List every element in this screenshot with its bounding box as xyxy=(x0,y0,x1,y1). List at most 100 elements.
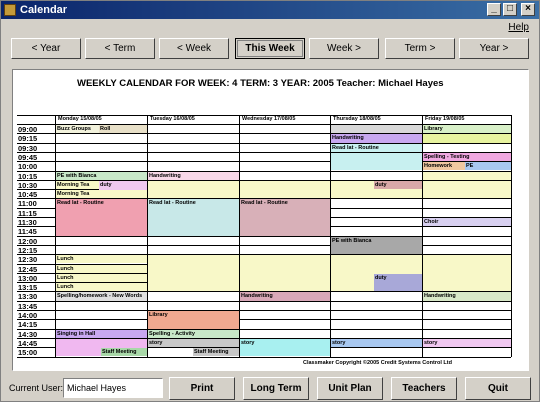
calendar-event[interactable]: Read lat - Routine xyxy=(331,143,422,152)
calendar-event[interactable]: Morning Tea xyxy=(56,190,147,199)
maximize-button[interactable]: □ xyxy=(503,3,517,16)
current-user-label: Current User: xyxy=(9,383,64,393)
window-title: Calendar xyxy=(20,4,68,16)
grid-line xyxy=(17,319,511,321)
grid-line xyxy=(239,115,240,357)
day-header: Monday 15/08/05 xyxy=(55,115,147,123)
teachers-button[interactable]: Teachers xyxy=(391,377,457,400)
calendar-event[interactable]: PE with Bianca xyxy=(331,236,422,255)
calendar-event[interactable] xyxy=(148,180,239,199)
nav-button-1[interactable]: < Term xyxy=(85,38,155,59)
calendar-event[interactable]: Staff Meeting xyxy=(101,348,147,357)
time-slot-label: 10:00 xyxy=(17,161,55,171)
calendar-event[interactable]: Handwriting xyxy=(423,292,511,301)
calendar-event[interactable] xyxy=(423,180,511,199)
calendar-event[interactable] xyxy=(148,255,239,292)
calendar-event[interactable]: Singing in Hall xyxy=(56,329,147,338)
calendar-event[interactable]: duty xyxy=(374,180,422,190)
close-button[interactable]: × xyxy=(521,3,535,16)
calendar-event[interactable]: Lunch xyxy=(56,273,147,283)
nav-button-5[interactable]: Term > xyxy=(385,38,455,59)
title-bar: Calendar _ □ × xyxy=(1,1,539,19)
day-header: Tuesday 16/08/05 xyxy=(147,115,239,123)
calendar-event[interactable]: duty xyxy=(374,273,422,292)
day-header: Friday 19/08/05 xyxy=(422,115,511,123)
calendar-event[interactable] xyxy=(423,171,511,180)
calendar-event[interactable]: Choir xyxy=(423,218,511,227)
grid-line xyxy=(17,244,511,246)
bottom-bar: Current User: Michael Hayes Print Long Te… xyxy=(1,375,539,401)
calendar-event[interactable]: Staff Meeting xyxy=(193,348,239,357)
nav-button-0[interactable]: < Year xyxy=(11,38,81,59)
time-slot-label: 14:00 xyxy=(17,310,55,320)
time-slot-label: 13:00 xyxy=(17,272,55,283)
nav-button-2[interactable]: < Week xyxy=(159,38,229,59)
grid-line xyxy=(17,356,511,358)
calendar-event[interactable]: Library xyxy=(148,311,239,329)
calendar-event[interactable]: Handwriting xyxy=(331,134,422,143)
long-term-button[interactable]: Long Term xyxy=(243,377,309,400)
menu-bar: Help xyxy=(1,19,539,35)
app-icon xyxy=(4,4,16,16)
calendar-event[interactable]: story xyxy=(331,338,422,348)
time-slot-label: 13:30 xyxy=(17,291,55,301)
grid-line xyxy=(330,115,331,357)
calendar-window: Calendar _ □ × Help < Year < Term < Week Th… xyxy=(0,0,540,402)
calendar-event[interactable]: Spelling/homework - New Words xyxy=(56,292,147,301)
unit-plan-button[interactable]: Unit Plan xyxy=(317,377,383,400)
calendar-event[interactable]: PE with Bianca xyxy=(56,171,147,180)
day-header: Thursday 18/08/05 xyxy=(330,115,422,123)
calendar-event[interactable]: Spelling - Testing xyxy=(423,152,511,162)
calendar-event[interactable] xyxy=(423,134,511,143)
calendar-event[interactable] xyxy=(240,255,330,292)
time-slot-label: 12:00 xyxy=(17,235,55,246)
time-slot-label: 10:15 xyxy=(17,170,55,181)
nav-button-4[interactable]: Week > xyxy=(309,38,379,59)
calendar-event[interactable]: story xyxy=(240,338,330,357)
calendar-event[interactable]: story xyxy=(148,338,239,348)
print-button[interactable]: Print xyxy=(169,377,235,400)
calendar-event[interactable]: Roll xyxy=(99,125,147,134)
calendar-event[interactable] xyxy=(331,125,422,134)
menu-help[interactable]: Help xyxy=(508,22,529,33)
time-slot-label: 11:00 xyxy=(17,198,55,208)
time-slot-label: 09:15 xyxy=(17,133,55,143)
calendar-event[interactable]: Handwriting xyxy=(148,171,239,180)
calendar-event[interactable]: Read lat - Routine xyxy=(56,199,147,236)
grid-line xyxy=(511,115,512,357)
calendar-event[interactable]: Lunch xyxy=(56,264,147,273)
calendar-event[interactable] xyxy=(331,152,422,171)
calendar-event[interactable] xyxy=(240,180,330,199)
grid-line xyxy=(17,310,511,311)
time-slot-label: 14:30 xyxy=(17,328,55,339)
grid-line xyxy=(17,115,511,116)
time-slot-label: 11:45 xyxy=(17,226,55,236)
nav-button-6[interactable]: Year > xyxy=(459,38,529,59)
time-slot-label: 15:00 xyxy=(17,347,55,357)
time-slot-label: 10:30 xyxy=(17,179,55,190)
minimize-button[interactable]: _ xyxy=(487,3,501,16)
grid-line xyxy=(17,300,511,302)
calendar-event[interactable]: Read lat - Routine xyxy=(148,199,239,236)
current-user-field[interactable]: Michael Hayes xyxy=(63,378,163,398)
calendar-event[interactable]: PE xyxy=(465,162,511,171)
day-header: Wednesday 17/08/05 xyxy=(239,115,330,123)
calendar-event[interactable] xyxy=(423,255,511,292)
time-slot-label: 11:30 xyxy=(17,217,55,227)
calendar-event[interactable]: Handwriting xyxy=(240,292,330,301)
calendar-event[interactable]: story xyxy=(423,338,511,348)
quit-button[interactable]: Quit xyxy=(465,377,531,400)
time-slot-label: 14:15 xyxy=(17,319,55,329)
calendar-event[interactable]: Library xyxy=(423,125,511,134)
calendar-event[interactable]: Read lat - Routine xyxy=(240,199,330,236)
calendar-event[interactable]: Lunch xyxy=(56,283,147,292)
nav-button-3[interactable]: This Week xyxy=(235,38,305,59)
time-slot-label: 12:30 xyxy=(17,254,55,264)
calendar-event[interactable]: Spelling - Activity xyxy=(148,329,239,338)
time-slot-label: 13:15 xyxy=(17,282,55,292)
grid-line xyxy=(147,115,148,357)
calendar-event[interactable]: Lunch xyxy=(56,255,147,264)
time-slot-label: 09:45 xyxy=(17,151,55,162)
grid-line xyxy=(55,115,56,357)
time-slot-label: 13:45 xyxy=(17,300,55,311)
